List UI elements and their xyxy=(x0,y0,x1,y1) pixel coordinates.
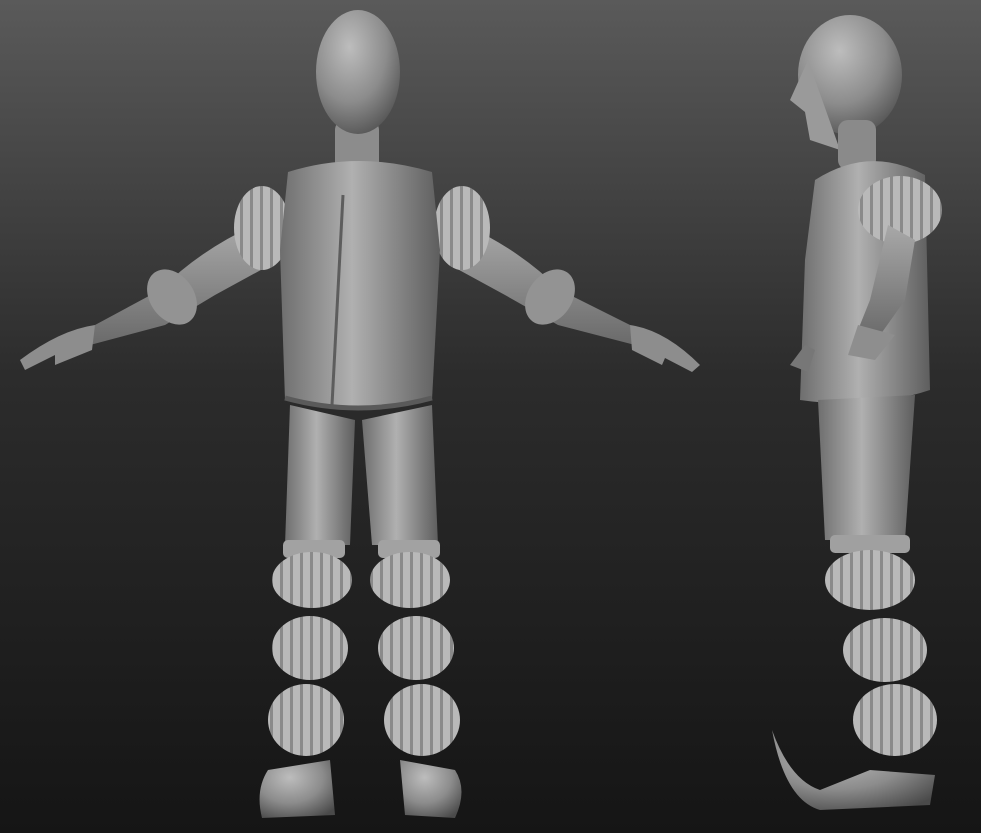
right-leg-ruffle-1 xyxy=(370,552,450,608)
head xyxy=(316,10,400,134)
left-shoe xyxy=(259,760,335,818)
side-leg-ruffle-3 xyxy=(853,684,937,756)
sculpt-viewport[interactable] xyxy=(0,0,981,833)
left-pant-leg xyxy=(285,405,355,545)
right-pant-leg xyxy=(362,405,438,545)
side-pants xyxy=(818,395,915,540)
side-leg-ruffle-2 xyxy=(843,618,927,682)
vest xyxy=(280,161,440,409)
front-view xyxy=(20,10,700,818)
right-shoulder-puff xyxy=(434,186,490,270)
side-view xyxy=(772,15,942,810)
left-leg-ruffle-1 xyxy=(272,552,352,608)
left-hand xyxy=(20,325,95,370)
left-leg-ruffle-3 xyxy=(268,684,344,756)
left-leg-ruffle-2 xyxy=(272,616,348,680)
side-leg-ruffle-1 xyxy=(825,550,915,610)
right-leg-ruffle-3 xyxy=(384,684,460,756)
right-leg-ruffle-2 xyxy=(378,616,454,680)
character-sculpt-render xyxy=(20,10,942,818)
right-hand xyxy=(630,325,700,372)
right-shoe xyxy=(400,760,462,818)
